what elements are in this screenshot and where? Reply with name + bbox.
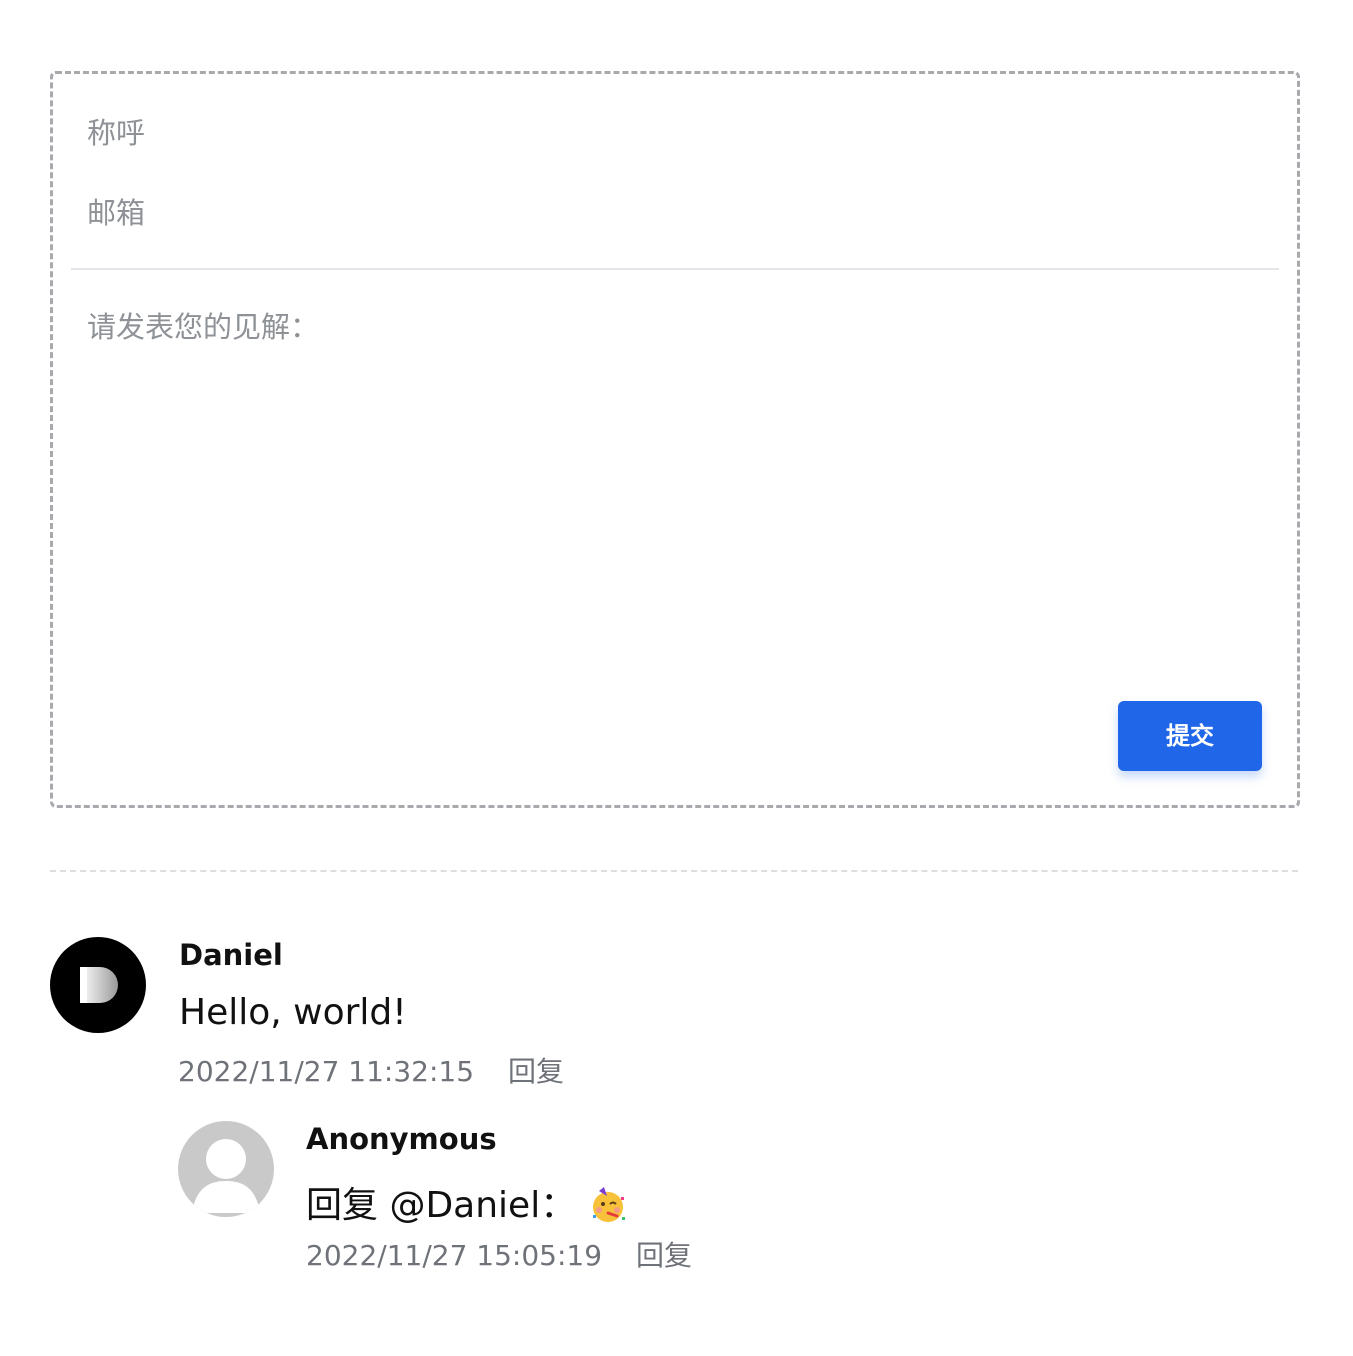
comment-time: 2022/11/27 11:32:15 xyxy=(178,1055,475,1088)
reply-link[interactable]: 回复 xyxy=(636,1239,692,1272)
default-user-icon xyxy=(192,1139,260,1213)
comment-textarea[interactable]: 请发表您的见解： xyxy=(87,306,1263,686)
partying-face-icon xyxy=(588,1185,628,1234)
reply-text: 回复 @Daniel： xyxy=(306,1185,577,1226)
comment-content: 回复 @Daniel： xyxy=(306,1176,628,1234)
comment-content: Hello, world! xyxy=(179,992,407,1033)
form-divider xyxy=(71,268,1279,270)
avatar xyxy=(50,937,146,1033)
comment-author: Daniel xyxy=(179,938,283,972)
comment-meta: 2022/11/27 15:05:19 回复 xyxy=(306,1234,692,1274)
comment-form: 称呼 邮箱 请发表您的见解： 提交 xyxy=(50,71,1300,808)
comment-textarea-placeholder: 请发表您的见解： xyxy=(87,310,320,344)
comment-meta: 2022/11/27 11:32:15 回复 xyxy=(178,1050,564,1090)
comment-time: 2022/11/27 15:05:19 xyxy=(306,1239,603,1272)
comment-author: Anonymous xyxy=(306,1122,497,1156)
submit-button[interactable]: 提交 xyxy=(1118,701,1262,771)
reply-link[interactable]: 回复 xyxy=(508,1055,564,1088)
email-input-placeholder: 邮箱 xyxy=(87,196,146,230)
email-input[interactable]: 邮箱 xyxy=(87,188,1263,238)
section-divider xyxy=(50,870,1298,872)
avatar xyxy=(178,1121,274,1217)
name-input-placeholder: 称呼 xyxy=(87,116,146,150)
name-input[interactable]: 称呼 xyxy=(87,108,1263,158)
avatar-letter-icon xyxy=(80,967,118,1003)
